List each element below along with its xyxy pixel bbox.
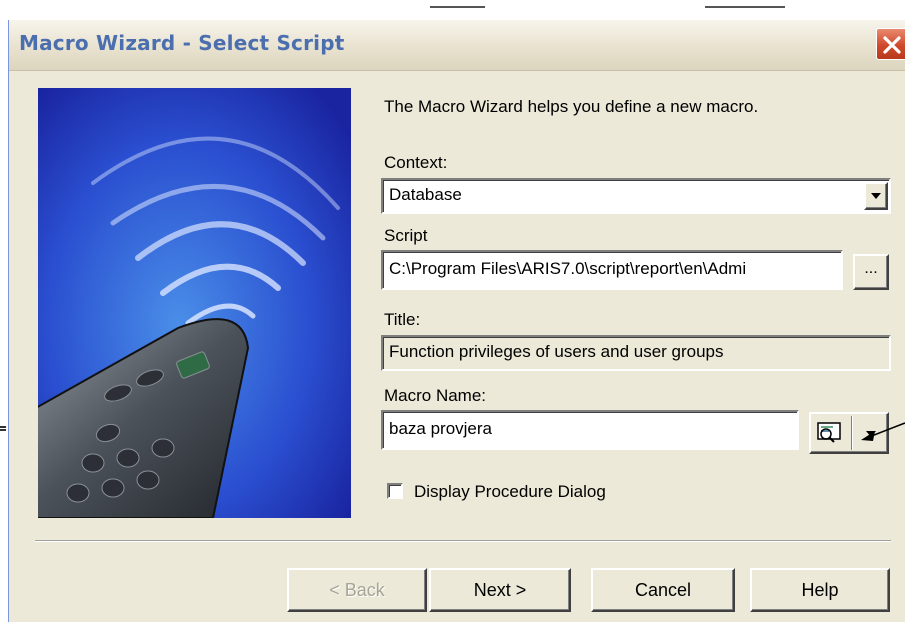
title-field: Function privileges of users and user gr…: [381, 335, 891, 371]
script-label: Script: [384, 226, 428, 245]
next-button[interactable]: Next >: [429, 568, 571, 612]
context-dropdown[interactable]: Database: [381, 178, 891, 214]
intro-text: The Macro Wizard helps you define a new …: [384, 97, 759, 116]
script-path-field[interactable]: C:\Program Files\ARIS7.0\script\report\e…: [381, 250, 843, 290]
macro-name-label: Macro Name:: [384, 386, 487, 405]
context-value: Database: [389, 185, 462, 204]
macro-wizard-dialog: Macro Wizard - Select Script The Macro W…: [8, 20, 905, 622]
script-path-value: C:\Program Files\ARIS7.0\script\report\e…: [389, 259, 747, 278]
cancel-button[interactable]: Cancel: [591, 568, 735, 612]
context-dropdown-button[interactable]: [864, 182, 888, 210]
browse-button[interactable]: ...: [853, 254, 889, 290]
close-button[interactable]: [876, 28, 905, 60]
close-icon: [883, 36, 901, 54]
macro-name-value: baza provjera: [389, 419, 493, 438]
dropdown-arrow-icon: [871, 193, 881, 199]
title-value: Function privileges of users and user gr…: [389, 342, 724, 361]
window-title: Macro Wizard - Select Script: [19, 31, 345, 55]
back-button[interactable]: < Back: [287, 568, 427, 612]
background-edge-mark: [0, 426, 6, 428]
title-label: Title:: [384, 310, 421, 329]
icon-picker-icon: [817, 422, 841, 443]
remote-control-illustration: [38, 88, 351, 518]
context-label: Context:: [384, 153, 448, 172]
button-separator: [35, 540, 891, 542]
background-fragment: [430, 0, 485, 8]
annotation-arrow: [861, 422, 905, 441]
display-procedure-label: Display Procedure Dialog: [414, 482, 606, 501]
background-window-strip: [0, 0, 905, 20]
macro-name-input[interactable]: baza provjera: [381, 410, 799, 450]
display-procedure-checkbox[interactable]: [387, 483, 403, 499]
title-bar[interactable]: Macro Wizard - Select Script: [9, 20, 905, 71]
background-fragment: [705, 0, 785, 8]
ellipsis-icon: ...: [864, 260, 878, 277]
help-button[interactable]: Help: [750, 568, 890, 612]
